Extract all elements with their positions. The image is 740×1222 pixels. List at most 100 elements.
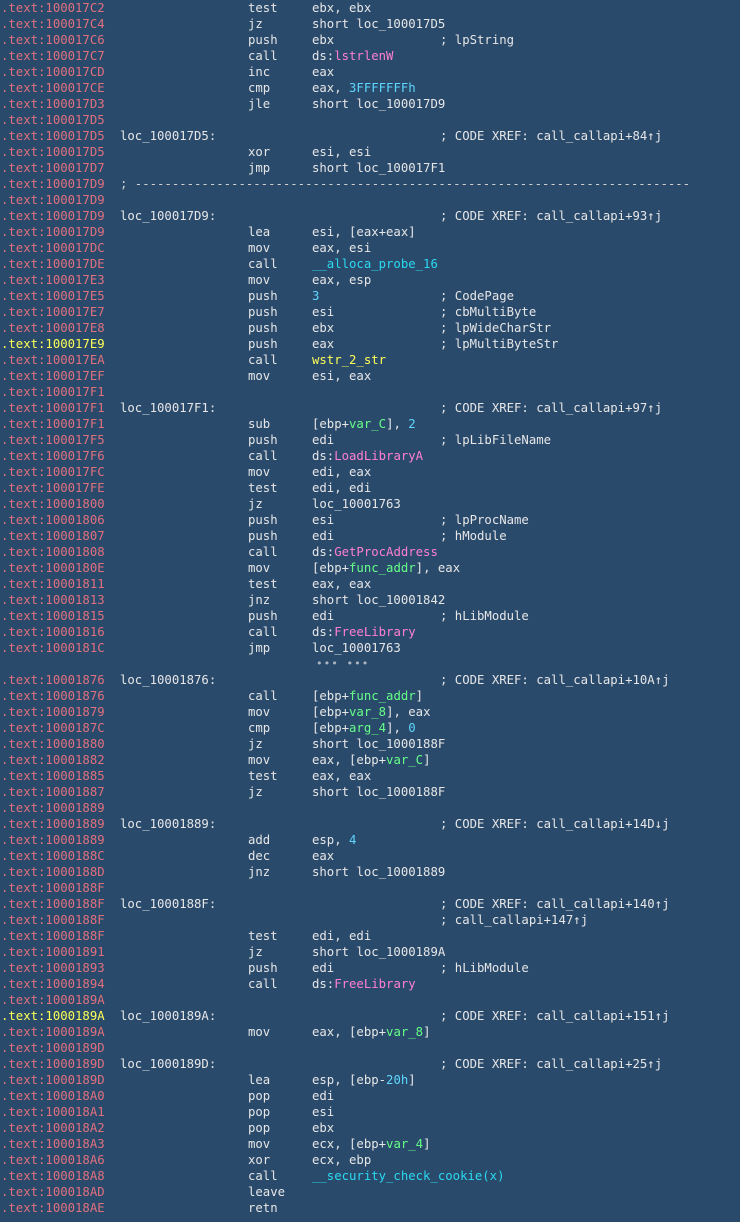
mnemonic[interactable]: push: [248, 336, 278, 352]
operands[interactable]: ds:FreeLibrary: [312, 976, 416, 992]
line-address[interactable]: .text:1000189A: [1, 1024, 105, 1040]
code-line[interactable]: .text:1000188F loc_1000188F: ; CODE XREF: …: [0, 896, 740, 912]
line-address[interactable]: .text:100017F1: [1, 400, 105, 416]
operands[interactable]: [ebp+arg_4], 0: [312, 720, 416, 736]
code-line[interactable]: .text:100017D7 jmp short loc_100017F1: [0, 160, 740, 176]
code-line[interactable]: .text:100017D5 loc_100017D5: ; CODE XREF: …: [0, 128, 740, 144]
line-address[interactable]: .text:1000188D: [1, 864, 105, 880]
operands[interactable]: ebx: [312, 320, 334, 336]
mnemonic[interactable]: call: [248, 544, 278, 560]
code-line[interactable]: .text:1000180E mov [ebp+func_addr], eax: [0, 560, 740, 576]
stack-variable[interactable]: var_C: [386, 753, 423, 767]
code-line[interactable]: .text:100017F1 sub [ebp+var_C], 2: [0, 416, 740, 432]
stack-variable[interactable]: func_addr: [349, 689, 416, 703]
operands[interactable]: [ebp+var_C], 2: [312, 416, 416, 432]
line-address[interactable]: .text:100018A3: [1, 1136, 105, 1152]
code-line[interactable]: .text:100017D9 ; ------------------------…: [0, 176, 740, 192]
code-line[interactable]: .text:100017FC mov edi, eax: [0, 464, 740, 480]
code-line[interactable]: .text:100017E5 push 3 ; CodePage: [0, 288, 740, 304]
immediate-value[interactable]: 20h: [386, 1073, 408, 1087]
code-line[interactable]: .text:100017D9 lea esi, [eax+eax]: [0, 224, 740, 240]
line-address[interactable]: .text:100017DE: [1, 256, 105, 272]
code-line[interactable]: .text:1000189A loc_1000189A: ; CODE XREF: …: [0, 1008, 740, 1024]
code-line[interactable]: .text:10001894 call ds:FreeLibrary: [0, 976, 740, 992]
line-address[interactable]: .text:10001807: [1, 528, 105, 544]
operands[interactable]: [ebp+func_addr]: [312, 688, 423, 704]
mnemonic[interactable]: call: [248, 976, 278, 992]
mnemonic[interactable]: mov: [248, 704, 270, 720]
code-line[interactable]: .text:10001885 test eax, eax: [0, 768, 740, 784]
stack-variable[interactable]: arg_4: [349, 721, 386, 735]
line-address[interactable]: .text:10001889: [1, 816, 105, 832]
line-address[interactable]: .text:100017EA: [1, 352, 105, 368]
line-address[interactable]: .text:100017D5: [1, 144, 105, 160]
operands[interactable]: esi: [312, 304, 334, 320]
operands[interactable]: edi, eax: [312, 464, 371, 480]
code-line[interactable]: .text:100017EF mov esi, eax: [0, 368, 740, 384]
operands[interactable]: esp, 4: [312, 832, 356, 848]
code-line[interactable]: .text:100018AD leave: [0, 1184, 740, 1200]
mnemonic[interactable]: test: [248, 576, 278, 592]
code-line[interactable]: .text:100017CE cmp eax, 3FFFFFFFh: [0, 80, 740, 96]
line-address[interactable]: .text:1000189A: [1, 992, 105, 1008]
line-address[interactable]: .text:10001889: [1, 832, 105, 848]
code-label[interactable]: loc_100017D9:: [120, 208, 216, 224]
mnemonic[interactable]: jz: [248, 784, 263, 800]
operands[interactable]: eax, [ebp+var_8]: [312, 1024, 430, 1040]
mnemonic[interactable]: sub: [248, 416, 270, 432]
operands[interactable]: eax: [312, 848, 334, 864]
code-line[interactable]: .text:1000189D: [0, 1040, 740, 1056]
code-line[interactable]: .text:100017D5: [0, 112, 740, 128]
code-line[interactable]: .text:1000188F ; call_callapi+147↑j: [0, 912, 740, 928]
operands[interactable]: eax: [312, 64, 334, 80]
stack-variable[interactable]: var_C: [349, 417, 386, 431]
mnemonic[interactable]: test: [248, 928, 278, 944]
operands[interactable]: edi: [312, 1088, 334, 1104]
line-address[interactable]: .text:100017D3: [1, 96, 105, 112]
operands[interactable]: [ebp+var_8], eax: [312, 704, 430, 720]
line-address[interactable]: .text:100017E9: [1, 336, 105, 352]
line-address[interactable]: .text:100017F1: [1, 416, 105, 432]
line-address[interactable]: .text:1000188F: [1, 928, 105, 944]
line-address[interactable]: .text:100018AD: [1, 1184, 105, 1200]
line-address[interactable]: .text:100018A1: [1, 1104, 105, 1120]
api-reference[interactable]: FreeLibrary: [334, 977, 415, 991]
mnemonic[interactable]: pop: [248, 1104, 270, 1120]
line-address[interactable]: .text:100017D9: [1, 208, 105, 224]
line-address[interactable]: .text:100017D5: [1, 112, 105, 128]
line-address[interactable]: .text:100017C7: [1, 48, 105, 64]
line-address[interactable]: .text:10001893: [1, 960, 105, 976]
mnemonic[interactable]: mov: [248, 1136, 270, 1152]
line-address[interactable]: .text:10001885: [1, 768, 105, 784]
code-line[interactable]: .text:100017EA call wstr_2_str: [0, 352, 740, 368]
mnemonic[interactable]: lea: [248, 1072, 270, 1088]
code-line[interactable]: .text:10001889: [0, 800, 740, 816]
code-line[interactable]: .text:10001813 jnz short loc_10001842: [0, 592, 740, 608]
operands[interactable]: short loc_10001842: [312, 592, 445, 608]
mnemonic[interactable]: dec: [248, 848, 270, 864]
mnemonic[interactable]: pop: [248, 1120, 270, 1136]
code-line[interactable]: .text:10001879 mov [ebp+var_8], eax: [0, 704, 740, 720]
line-address[interactable]: .text:10001887: [1, 784, 105, 800]
code-label[interactable]: loc_10001889:: [120, 816, 216, 832]
operands[interactable]: short loc_100017D9: [312, 96, 445, 112]
mnemonic[interactable]: push: [248, 960, 278, 976]
line-address[interactable]: .text:100017D9: [1, 176, 105, 192]
line-address[interactable]: .text:1000187C: [1, 720, 105, 736]
line-address[interactable]: .text:10001889: [1, 800, 105, 816]
mnemonic[interactable]: push: [248, 320, 278, 336]
api-reference[interactable]: LoadLibraryA: [334, 449, 423, 463]
line-address[interactable]: .text:10001815: [1, 608, 105, 624]
code-line[interactable]: .text:100017D9: [0, 192, 740, 208]
mnemonic[interactable]: retn: [248, 1200, 278, 1216]
operands[interactable]: ebx: [312, 32, 334, 48]
operands[interactable]: eax, esi: [312, 240, 371, 256]
mnemonic[interactable]: cmp: [248, 80, 270, 96]
mnemonic[interactable]: mov: [248, 560, 270, 576]
code-line[interactable]: .text:10001808 call ds:GetProcAddress: [0, 544, 740, 560]
code-line[interactable]: .text:10001876 loc_10001876: ; CODE XREF: …: [0, 672, 740, 688]
line-address[interactable]: .text:100017D9: [1, 224, 105, 240]
code-line[interactable]: .text:1000181C jmp loc_10001763: [0, 640, 740, 656]
line-address[interactable]: .text:100018A2: [1, 1120, 105, 1136]
line-address[interactable]: .text:100017FC: [1, 464, 105, 480]
